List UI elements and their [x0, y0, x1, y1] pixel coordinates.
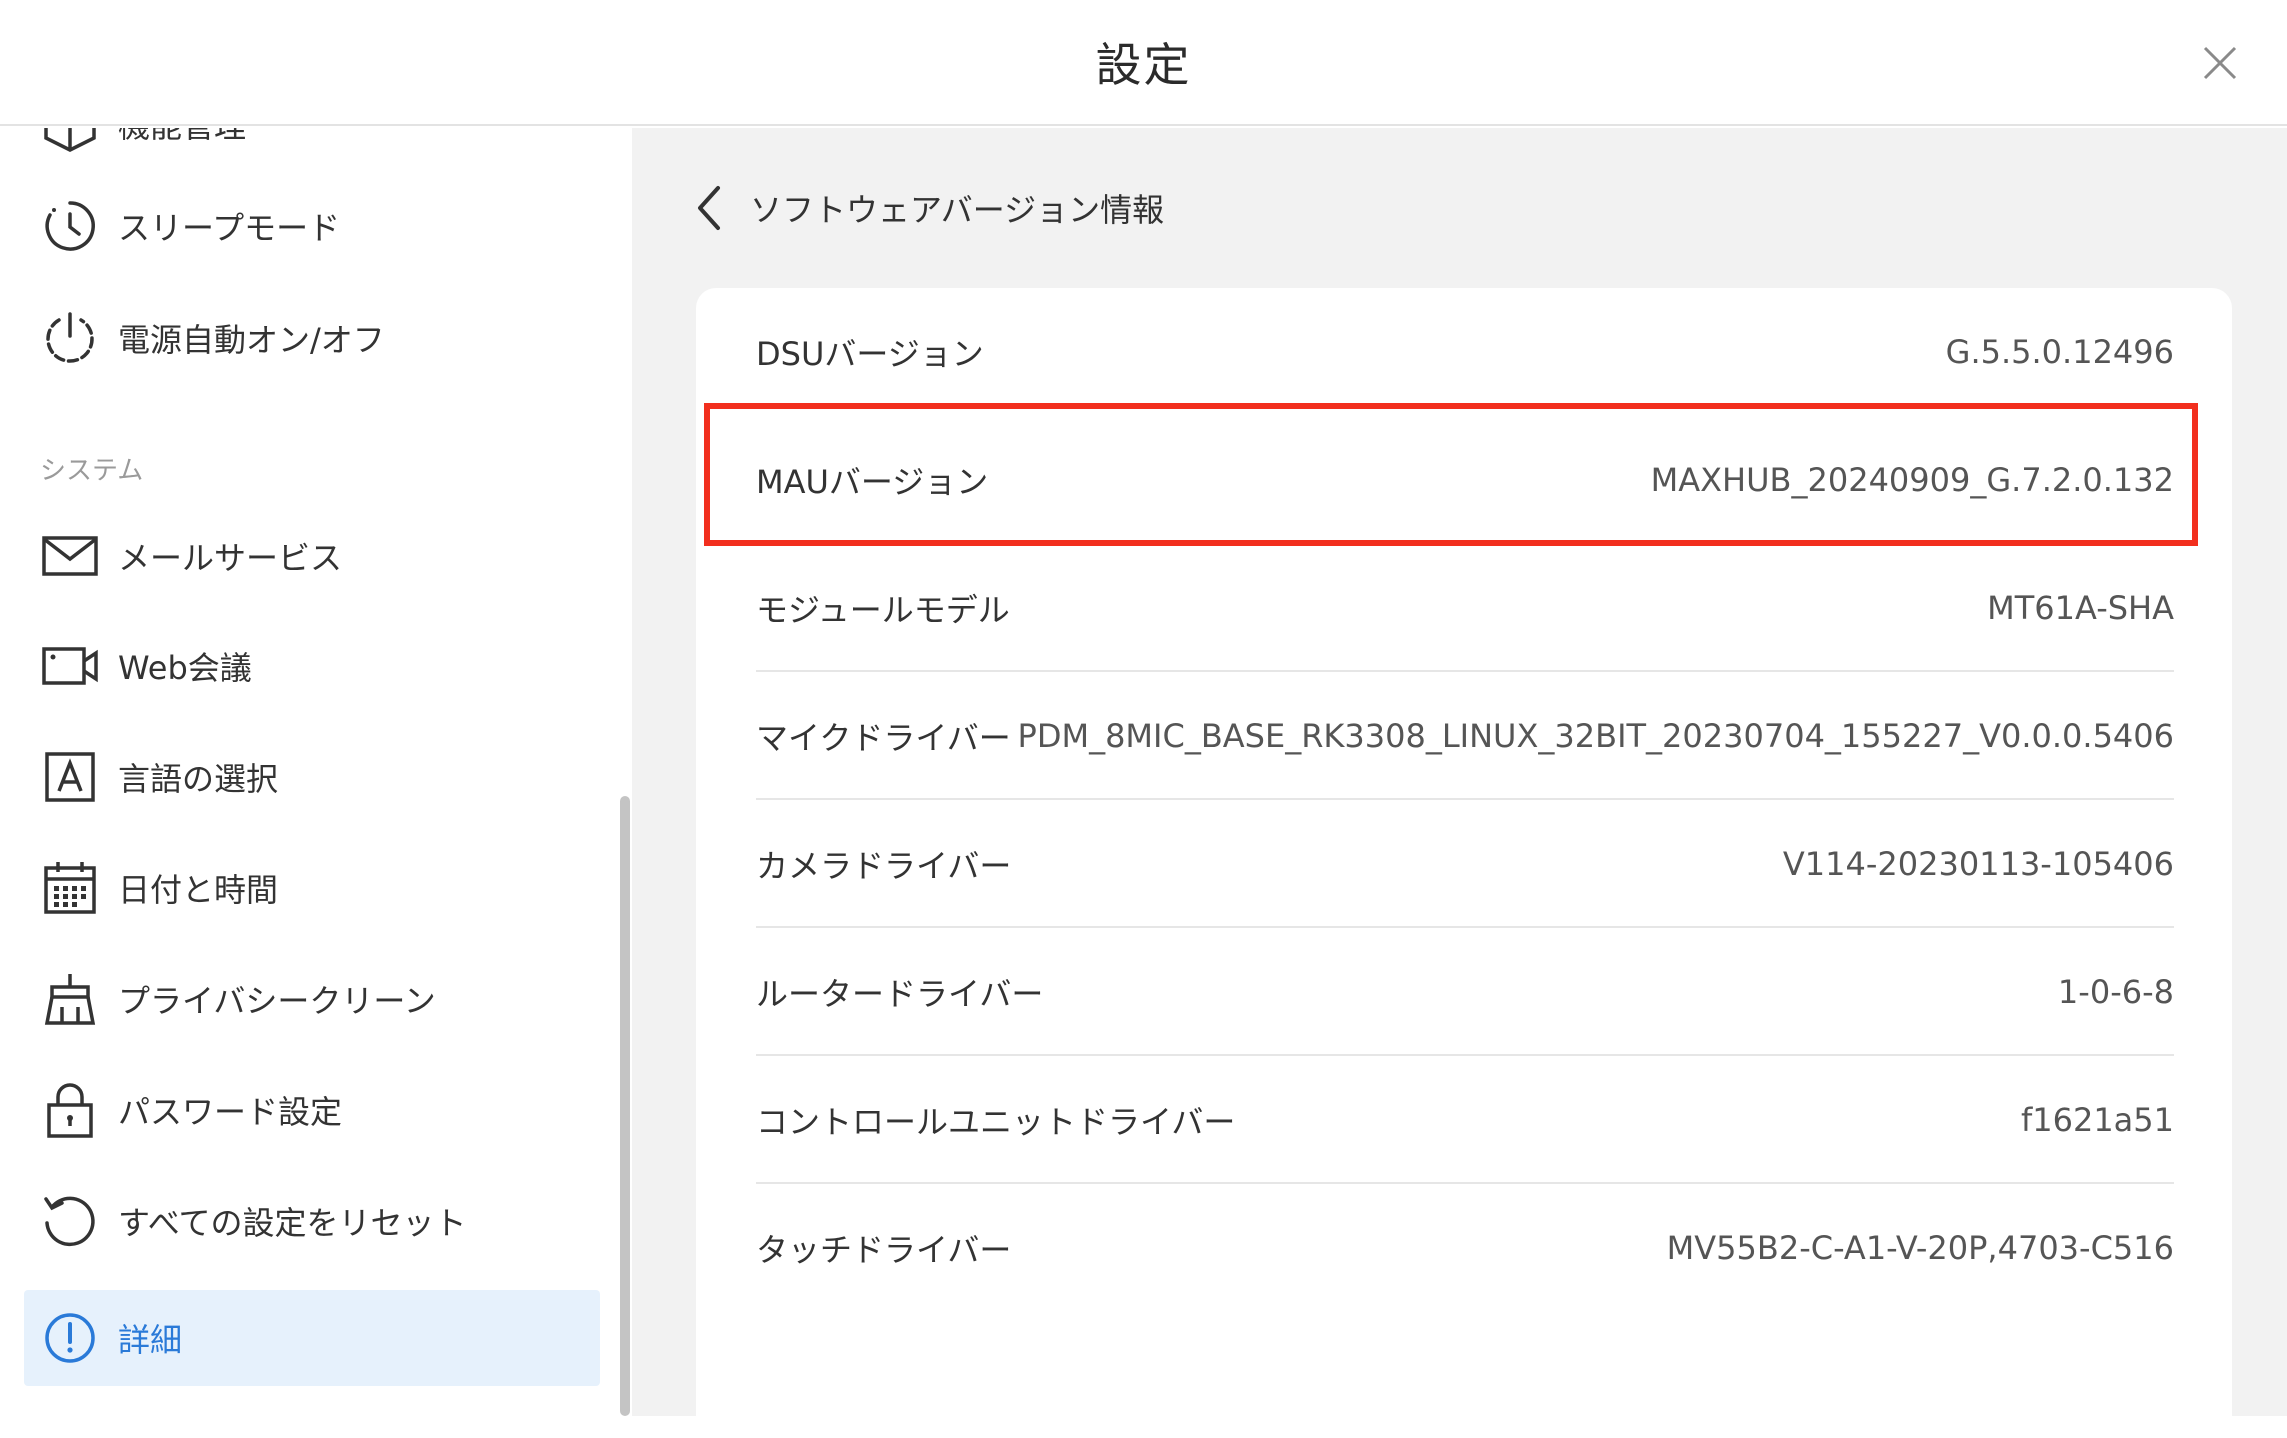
- sidebar-item-label: 言語の選択: [118, 760, 279, 798]
- sidebar-item-web-meeting[interactable]: Web会議: [24, 618, 600, 714]
- info-row-value: G.5.5.0.12496: [1945, 333, 2174, 371]
- info-row-key: モジュールモデル: [756, 591, 1010, 629]
- main-content: ソフトウェアバージョン情報 DSUバージョン G.5.5.0.12496 MAU…: [632, 128, 2287, 1438]
- language-icon: [40, 747, 100, 807]
- sidebar-item-mail-service[interactable]: メールサービス: [24, 508, 600, 604]
- info-icon: [40, 1308, 100, 1368]
- sidebar-item-label: パスワード設定: [118, 1093, 343, 1131]
- info-row-value: PDM_8MIC_BASE_RK3308_LINUX_32BIT_2023070…: [1017, 717, 2174, 755]
- sidebar-item-details[interactable]: 詳細: [24, 1290, 600, 1386]
- sidebar-item-date-time[interactable]: 日付と時間: [24, 840, 600, 936]
- info-row-value: MT61A-SHA: [1987, 589, 2174, 627]
- info-row-key: カメラドライバー: [756, 847, 1012, 885]
- info-row-router-driver: ルータードライバー 1-0-6-8: [756, 928, 2174, 1056]
- dialog-header: 設定: [0, 0, 2287, 126]
- info-row-camera-driver: カメラドライバー V114-20230113-105406: [756, 800, 2174, 928]
- info-row-key: ルータードライバー: [756, 975, 1044, 1013]
- sidebar-item-label: メールサービス: [118, 539, 343, 577]
- calendar-icon: [40, 858, 100, 918]
- info-row-control-unit-driver: コントロールユニットドライバー f1621a51: [756, 1056, 2174, 1184]
- info-row-key: マイクドライバー: [756, 719, 1011, 757]
- chevron-left-icon: [698, 186, 720, 230]
- version-info-card: DSUバージョン G.5.5.0.12496 MAUバージョン MAXHUB_2…: [696, 288, 2232, 1438]
- info-row-key: タッチドライバー: [756, 1231, 1012, 1269]
- info-row-mic-driver: マイクドライバー PDM_8MIC_BASE_RK3308_LINUX_32BI…: [756, 672, 2174, 800]
- sidebar-item-language[interactable]: 言語の選択: [24, 729, 600, 825]
- sidebar-item-privacy-clean[interactable]: プライバシークリーン: [24, 951, 600, 1047]
- sidebar-item-sleep-mode[interactable]: スリープモード: [24, 178, 600, 274]
- info-row-key: DSUバージョン: [756, 335, 984, 373]
- sidebar-item-label: すべての設定をリセット: [118, 1204, 467, 1242]
- close-icon[interactable]: [2195, 38, 2245, 88]
- sidebar-item-label: スリープモード: [118, 209, 341, 247]
- info-row-module-model: モジュールモデル MT61A-SHA: [756, 544, 2174, 672]
- power-icon: [40, 308, 100, 368]
- sidebar-item-label: 電源自動オン/オフ: [118, 321, 385, 359]
- mail-icon: [40, 526, 100, 586]
- sidebar-item-label: プライバシークリーン: [118, 982, 436, 1020]
- info-row-value: MV55B2-C-A1-V-20P,4703-C516: [1666, 1229, 2174, 1267]
- info-row-touch-driver: タッチドライバー MV55B2-C-A1-V-20P,4703-C516: [756, 1184, 2174, 1312]
- lock-icon: [40, 1080, 100, 1140]
- page-title: ソフトウェアバージョン情報: [750, 191, 1165, 229]
- reset-icon: [40, 1191, 100, 1251]
- section-label-system: システム: [40, 456, 144, 486]
- sidebar-item-password[interactable]: パスワード設定: [24, 1062, 600, 1158]
- info-row-mau: MAUバージョン MAXHUB_20240909_G.7.2.0.132: [756, 416, 2174, 544]
- sidebar-scrollbar[interactable]: [620, 796, 630, 1416]
- info-row-dsu: DSUバージョン G.5.5.0.12496: [756, 288, 2174, 416]
- info-row-value: 1-0-6-8: [2057, 973, 2174, 1011]
- info-row-value: MAXHUB_20240909_G.7.2.0.132: [1650, 461, 2174, 499]
- sidebar-item-reset-all[interactable]: すべての設定をリセット: [24, 1173, 600, 1269]
- back-button[interactable]: ソフトウェアバージョン情報: [688, 180, 1164, 236]
- app-management-icon: [44, 128, 96, 152]
- info-row-key: MAUバージョン: [756, 463, 989, 501]
- info-row-value: V114-20230113-105406: [1782, 845, 2174, 883]
- sidebar-item-label: 詳細: [118, 1321, 183, 1359]
- sidebar-item-label: Web会議: [118, 649, 252, 687]
- video-camera-icon: [40, 636, 100, 696]
- sidebar: 機能管理 スリープモード 電源自動オン/オフ システム メ: [0, 128, 632, 1416]
- sidebar-item-label: 機能管理: [118, 128, 246, 147]
- info-row-key: コントロールユニットドライバー: [756, 1103, 1236, 1141]
- dialog-title: 設定: [1095, 38, 1192, 92]
- sidebar-item-label: 日付と時間: [118, 871, 279, 909]
- broom-icon: [40, 969, 100, 1029]
- sidebar-item-power-schedule[interactable]: 電源自動オン/オフ: [24, 290, 600, 386]
- info-row-value: f1621a51: [2020, 1101, 2174, 1139]
- clock-icon: [40, 196, 100, 256]
- sidebar-item-app-management[interactable]: 機能管理: [40, 128, 246, 154]
